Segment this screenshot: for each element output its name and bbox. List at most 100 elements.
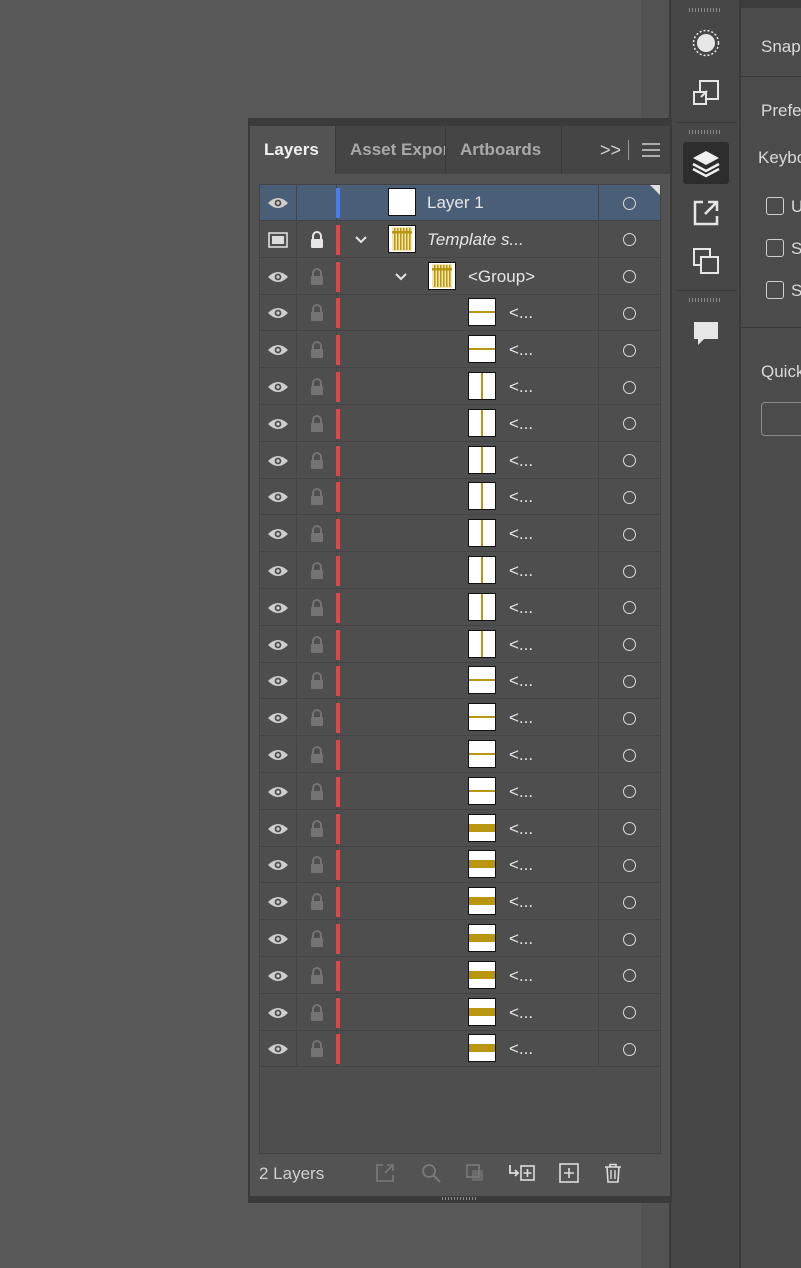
lock-icon[interactable] bbox=[297, 442, 337, 479]
layer-name[interactable]: <... bbox=[509, 995, 533, 1031]
visibility-eye-icon[interactable] bbox=[260, 1031, 297, 1068]
lock-icon[interactable] bbox=[297, 663, 337, 700]
visibility-eye-icon[interactable] bbox=[260, 479, 297, 516]
lock-icon[interactable] bbox=[297, 405, 337, 442]
template-visibility-icon[interactable] bbox=[260, 221, 297, 258]
layer-name[interactable]: <... bbox=[509, 295, 533, 331]
visibility-eye-icon[interactable] bbox=[260, 405, 297, 442]
target-circle-icon[interactable] bbox=[598, 442, 660, 479]
transform-icon[interactable] bbox=[683, 72, 729, 114]
lock-icon[interactable] bbox=[297, 773, 337, 810]
lock-icon[interactable] bbox=[297, 737, 337, 773]
layer-row[interactable]: <... bbox=[260, 553, 660, 589]
layer-row[interactable]: <... bbox=[260, 589, 660, 626]
target-circle-icon[interactable] bbox=[598, 332, 660, 369]
layer-name[interactable]: <... bbox=[509, 921, 533, 957]
visibility-eye-icon[interactable] bbox=[260, 773, 297, 810]
visibility-eye-icon[interactable] bbox=[260, 442, 297, 479]
visibility-eye-icon[interactable] bbox=[260, 921, 297, 957]
layer-name[interactable]: <... bbox=[509, 332, 533, 368]
target-circle-icon[interactable] bbox=[598, 405, 660, 442]
visibility-eye-icon[interactable] bbox=[260, 994, 297, 1031]
lock-icon[interactable] bbox=[297, 258, 337, 295]
visibility-eye-icon[interactable] bbox=[260, 700, 297, 737]
target-circle-icon[interactable] bbox=[598, 258, 660, 295]
toolstrip-grip[interactable] bbox=[689, 8, 721, 12]
lock-icon[interactable] bbox=[297, 1031, 337, 1068]
panel-resize-handle[interactable] bbox=[250, 1196, 670, 1201]
layer-row[interactable]: <... bbox=[260, 442, 660, 479]
layer-row[interactable]: <... bbox=[260, 773, 660, 810]
layer-row[interactable]: <... bbox=[260, 700, 660, 737]
visibility-eye-icon[interactable] bbox=[260, 957, 297, 994]
layer-row[interactable]: <... bbox=[260, 810, 660, 847]
layer-row[interactable]: <... bbox=[260, 737, 660, 773]
toolstrip-grip[interactable] bbox=[689, 130, 721, 134]
layer-row[interactable]: <... bbox=[260, 663, 660, 700]
visibility-eye-icon[interactable] bbox=[260, 884, 297, 921]
resize-grip[interactable] bbox=[442, 1197, 478, 1200]
toolstrip-grip[interactable] bbox=[689, 298, 721, 302]
layer-row[interactable]: Layer 1 bbox=[260, 185, 660, 221]
layer-row[interactable]: <... bbox=[260, 1031, 660, 1068]
layer-row[interactable]: <... bbox=[260, 957, 660, 994]
tab-layers[interactable]: Layers bbox=[250, 126, 336, 174]
lock-icon[interactable] bbox=[297, 221, 337, 258]
target-circle-icon[interactable] bbox=[598, 957, 660, 994]
layer-name[interactable]: <... bbox=[509, 847, 533, 883]
lock-icon[interactable] bbox=[297, 884, 337, 921]
quick-action-button[interactable] bbox=[761, 402, 801, 436]
lock-icon[interactable] bbox=[297, 589, 337, 626]
target-circle-icon[interactable] bbox=[598, 369, 660, 405]
layer-name[interactable]: Layer 1 bbox=[427, 185, 484, 221]
lock-icon[interactable] bbox=[297, 332, 337, 369]
lock-icon[interactable] bbox=[297, 994, 337, 1031]
lock-icon[interactable] bbox=[297, 810, 337, 847]
panel-menu-icon[interactable] bbox=[642, 126, 660, 174]
target-circle-icon[interactable] bbox=[598, 994, 660, 1031]
target-circle-icon[interactable] bbox=[598, 626, 660, 663]
target-circle-icon[interactable] bbox=[598, 884, 660, 921]
layer-name[interactable]: <Group> bbox=[468, 259, 535, 295]
option-checkbox[interactable] bbox=[766, 197, 784, 215]
option-checkbox[interactable] bbox=[766, 281, 784, 299]
layer-name[interactable]: <... bbox=[509, 479, 533, 515]
layer-name[interactable]: <... bbox=[509, 406, 533, 442]
tab-asset-export[interactable]: Asset Export bbox=[336, 126, 446, 174]
option-checkbox[interactable] bbox=[766, 239, 784, 257]
layer-row[interactable]: <... bbox=[260, 884, 660, 921]
target-circle-icon[interactable] bbox=[598, 810, 660, 847]
layer-row[interactable]: <... bbox=[260, 516, 660, 553]
layer-name[interactable]: <... bbox=[509, 774, 533, 810]
visibility-eye-icon[interactable] bbox=[260, 810, 297, 847]
visibility-eye-icon[interactable] bbox=[260, 847, 297, 884]
target-circle-icon[interactable] bbox=[598, 921, 660, 957]
layer-name[interactable]: <... bbox=[509, 369, 533, 405]
target-circle-icon[interactable] bbox=[598, 553, 660, 589]
target-circle-icon[interactable] bbox=[598, 589, 660, 626]
layer-row[interactable]: <... bbox=[260, 479, 660, 516]
target-circle-icon[interactable] bbox=[598, 663, 660, 700]
chevron-down-icon[interactable] bbox=[394, 259, 408, 295]
comments-icon[interactable] bbox=[683, 312, 729, 354]
lock-icon[interactable] bbox=[297, 626, 337, 663]
visibility-eye-icon[interactable] bbox=[260, 589, 297, 626]
layer-row[interactable]: <... bbox=[260, 369, 660, 405]
clipping-mask-icon[interactable] bbox=[462, 1160, 488, 1186]
lock-icon[interactable] bbox=[297, 553, 337, 589]
artboards-icon[interactable] bbox=[683, 240, 729, 282]
tab-artboards[interactable]: Artboards bbox=[446, 126, 562, 174]
target-circle-icon[interactable] bbox=[598, 737, 660, 773]
visibility-eye-icon[interactable] bbox=[260, 369, 297, 405]
lock-icon[interactable] bbox=[297, 921, 337, 957]
target-circle-icon[interactable] bbox=[598, 773, 660, 810]
new-layer-icon[interactable] bbox=[556, 1160, 582, 1186]
visibility-eye-icon[interactable] bbox=[260, 332, 297, 369]
target-circle-icon[interactable] bbox=[598, 479, 660, 516]
layer-row[interactable]: <Group> bbox=[260, 258, 660, 295]
layer-name[interactable]: <... bbox=[509, 811, 533, 847]
lock-icon[interactable] bbox=[297, 847, 337, 884]
chevron-down-icon[interactable] bbox=[354, 222, 368, 258]
lock-icon[interactable] bbox=[297, 957, 337, 994]
visibility-eye-icon[interactable] bbox=[260, 663, 297, 700]
